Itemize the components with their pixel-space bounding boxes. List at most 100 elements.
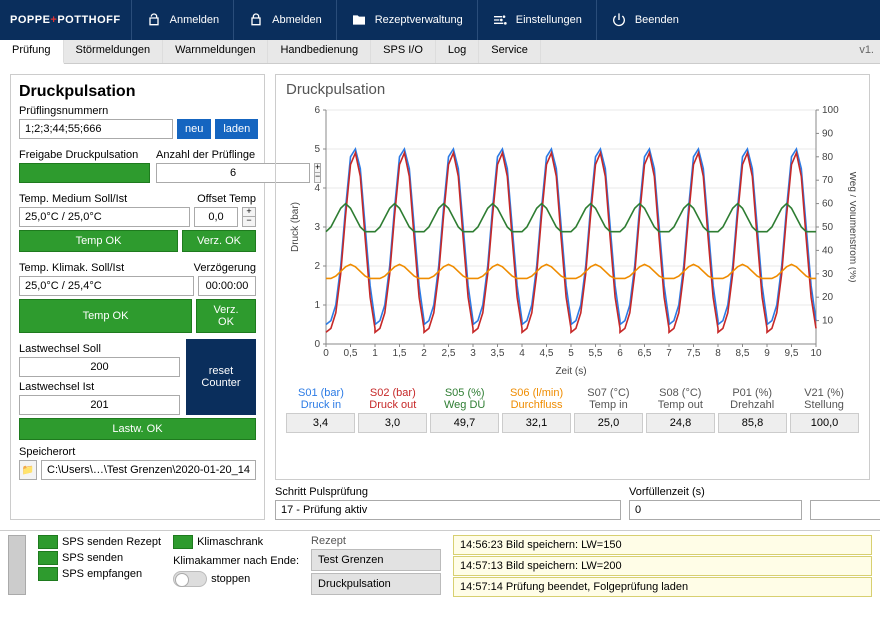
step-input[interactable] (275, 500, 621, 520)
nav-exit[interactable]: Beenden (596, 0, 693, 40)
specimen-label: Prüflingsnummern (19, 105, 256, 117)
log-list: 14:56:23 Bild speichern: LW=150 14:57:13… (453, 535, 872, 606)
lw-soll-label: Lastwechsel Soll (19, 343, 180, 355)
log-line: 14:57:13 Bild speichern: LW=200 (453, 556, 872, 576)
svg-text:5,5: 5,5 (589, 348, 603, 359)
top-bar: POPPE+POTTHOFF Anmelden Abmelden Rezeptv… (0, 0, 880, 40)
chart-title: Druckpulsation (286, 81, 859, 98)
svg-text:4,5: 4,5 (540, 348, 554, 359)
release-button[interactable] (19, 163, 150, 183)
svg-text:0: 0 (323, 348, 329, 359)
prefill-label: Vorfüllenzeit (s) (629, 486, 802, 498)
folder-open-icon[interactable]: 📁 (19, 460, 37, 480)
tab-stoer[interactable]: Störmeldungen (64, 40, 164, 63)
delay-label: Verzögerung (194, 262, 256, 274)
recipe-item-0[interactable]: Test Grenzen (311, 549, 441, 571)
value-row: 3,43,049,732,125,024,885,8100,0 (286, 413, 859, 433)
led-sps-recv-label: SPS empfangen (62, 568, 142, 580)
value-box: 32,1 (502, 413, 571, 433)
svg-text:3: 3 (314, 222, 320, 233)
temp-klim-input[interactable] (19, 276, 194, 296)
led-sps-send-label: SPS senden (62, 552, 123, 564)
temp-klim-label: Temp. Klimak. Soll/Ist (19, 262, 124, 274)
chart-panel: Druckpulsation 0123456102030405060708090… (275, 74, 870, 520)
log-line: 14:56:23 Bild speichern: LW=150 (453, 535, 872, 555)
svg-text:5: 5 (314, 144, 320, 155)
top-nav: Anmelden Abmelden Rezeptverwaltung Einst… (131, 0, 880, 40)
lw-ok-button[interactable]: Lastw. OK (19, 418, 256, 440)
svg-text:60: 60 (822, 199, 834, 210)
svg-text:80: 80 (822, 152, 834, 163)
value-box: 3,0 (358, 413, 427, 433)
offset-input[interactable] (194, 207, 238, 227)
tab-service[interactable]: Service (479, 40, 541, 63)
svg-text:30: 30 (822, 269, 834, 280)
power-icon (611, 12, 627, 28)
count-label: Anzahl der Prüflinge (156, 149, 256, 161)
load-button[interactable]: laden (215, 119, 258, 139)
lw-ist-input[interactable] (19, 395, 180, 415)
new-button[interactable]: neu (177, 119, 211, 139)
svg-text:50: 50 (822, 222, 834, 233)
temp-med-input[interactable] (19, 207, 190, 227)
step-label: Schritt Pulsprüfung (275, 486, 621, 498)
nav-recipes[interactable]: Rezeptverwaltung (336, 0, 477, 40)
version-label: v1. (859, 44, 874, 56)
panel-title: Druckpulsation (19, 83, 256, 101)
value-box: 3,4 (286, 413, 355, 433)
brand-logo: POPPE+POTTHOFF (0, 0, 131, 40)
log-line: 14:57:14 Prüfung beendet, Folgeprüfung l… (453, 577, 872, 597)
nav-login[interactable]: Anmelden (131, 0, 234, 40)
temp-ok-2-button[interactable]: Temp OK (19, 299, 192, 333)
svg-text:4: 4 (519, 348, 525, 359)
verz-ok-2-button[interactable]: Verz. OK (196, 299, 256, 333)
recipe-header: Rezept (311, 535, 441, 547)
legend-row: S01 (bar)Druck inS02 (bar)Druck outS05 (… (286, 387, 859, 411)
storage-label: Speicherort (19, 446, 256, 458)
legend-item: V21 (%)Stellung (789, 387, 859, 411)
reset-counter-button[interactable]: reset Counter (186, 339, 256, 415)
specimen-input[interactable] (19, 119, 173, 139)
svg-text:7: 7 (666, 348, 672, 359)
prefill-input[interactable] (629, 500, 802, 520)
svg-text:1,5: 1,5 (393, 348, 407, 359)
svg-text:40: 40 (822, 245, 834, 256)
pulsation-chart: 012345610203040506070809010000,511,522,5… (286, 100, 856, 380)
svg-text:6,5: 6,5 (638, 348, 652, 359)
svg-text:100: 100 (822, 105, 839, 116)
storage-input[interactable] (41, 460, 256, 480)
temp-ok-1-button[interactable]: Temp OK (19, 230, 178, 252)
release-label: Freigabe Druckpulsation (19, 149, 150, 161)
svg-text:6: 6 (314, 105, 320, 116)
delay-input[interactable] (198, 276, 256, 296)
nav-settings[interactable]: Einstellungen (477, 0, 596, 40)
led-sps-rezept (38, 535, 58, 549)
verz-ok-1-button[interactable]: Verz. OK (182, 230, 256, 252)
sliders-icon (492, 12, 508, 28)
tab-sps[interactable]: SPS I/O (371, 40, 436, 63)
tab-log[interactable]: Log (436, 40, 479, 63)
tab-bar: Prüfung Störmeldungen Warnmeldungen Hand… (0, 40, 880, 64)
svg-text:9,5: 9,5 (785, 348, 799, 359)
svg-text:Druck (bar): Druck (bar) (290, 202, 301, 252)
lw-soll-input[interactable] (19, 357, 180, 377)
klima-toggle[interactable] (173, 571, 207, 587)
svg-text:70: 70 (822, 175, 834, 186)
lw-ist-label: Lastwechsel Ist (19, 381, 180, 393)
prefill-set-input[interactable] (810, 500, 880, 520)
klima-stop-label: stoppen (211, 573, 250, 585)
svg-text:4: 4 (314, 183, 320, 194)
folder-icon (351, 12, 367, 28)
tab-warn[interactable]: Warnmeldungen (163, 40, 268, 63)
recipe-item-1[interactable]: Druckpulsation (311, 573, 441, 595)
nav-logout[interactable]: Abmelden (233, 0, 336, 40)
svg-text:10: 10 (810, 348, 822, 359)
tab-pruefung[interactable]: Prüfung (0, 40, 64, 64)
svg-text:Zeit (s): Zeit (s) (555, 366, 586, 377)
offset-spinner[interactable]: +− (242, 207, 256, 227)
svg-text:3,5: 3,5 (491, 348, 505, 359)
tab-hand[interactable]: Handbedienung (268, 40, 371, 63)
legend-item: S05 (%)Weg DÜ (430, 387, 500, 411)
svg-text:1: 1 (372, 348, 378, 359)
unlock-icon (146, 12, 162, 28)
